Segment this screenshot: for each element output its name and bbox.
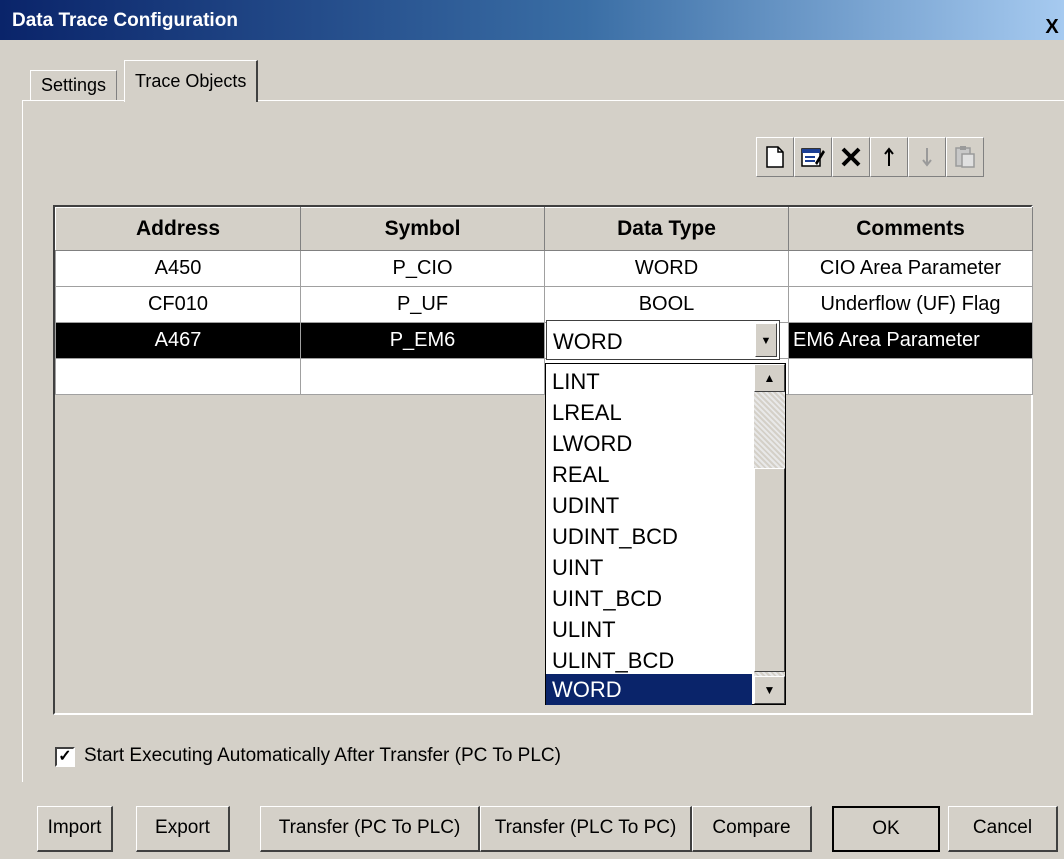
cell-address[interactable]	[55, 358, 301, 395]
import-button[interactable]: Import	[37, 806, 113, 852]
data-type-dropdown-list[interactable]: LINT LREAL LWORD REAL UDINT UDINT_BCD UI…	[545, 363, 786, 705]
dropdown-option[interactable]: UDINT_BCD	[546, 521, 752, 552]
cell-symbol[interactable]: P_UF	[300, 286, 545, 323]
cell-comment[interactable]	[788, 358, 1033, 395]
edit-icon[interactable]	[794, 137, 832, 177]
cell-symbol[interactable]: P_EM6	[300, 322, 545, 359]
column-header-symbol[interactable]: Symbol	[300, 207, 545, 251]
paste-icon[interactable]	[946, 137, 984, 177]
scroll-up-icon[interactable]: ▲	[754, 364, 785, 392]
table-header-row: Address Symbol Data Type Comments	[55, 207, 1033, 251]
tab-settings[interactable]: Settings	[30, 70, 118, 100]
scrollbar-thumb[interactable]	[754, 468, 785, 672]
dropdown-option[interactable]: UINT_BCD	[546, 583, 752, 614]
cell-data-type[interactable]: WORD	[544, 250, 789, 287]
dropdown-scrollbar[interactable]: ▲ ▼	[754, 364, 785, 704]
cell-address[interactable]: A450	[55, 250, 301, 287]
cell-address[interactable]: A467	[55, 322, 301, 359]
cell-comment[interactable]: Underflow (UF) Flag	[788, 286, 1033, 323]
data-type-combobox[interactable]: WORD ▼	[546, 320, 780, 360]
cell-comment[interactable]: CIO Area Parameter	[788, 250, 1033, 287]
dropdown-option[interactable]: ULINT	[546, 614, 752, 645]
dropdown-option-selected[interactable]: WORD	[546, 674, 752, 705]
trace-objects-table: Address Symbol Data Type Comments A450 P…	[55, 207, 1033, 395]
table-row-selected[interactable]: A467 P_EM6 EM6 Area Parameter	[55, 322, 1033, 359]
scroll-down-icon[interactable]: ▼	[754, 676, 785, 704]
tab-trace-objects[interactable]: Trace Objects	[124, 60, 259, 102]
column-header-address[interactable]: Address	[55, 207, 301, 251]
export-button[interactable]: Export	[136, 806, 230, 852]
compare-button[interactable]: Compare	[692, 806, 812, 852]
auto-start-label: Start Executing Automatically After Tran…	[84, 745, 561, 766]
cell-address[interactable]: CF010	[55, 286, 301, 323]
delete-icon[interactable]	[832, 137, 870, 177]
cell-data-type[interactable]: BOOL	[544, 286, 789, 323]
table-row-empty[interactable]	[55, 358, 1033, 395]
new-icon[interactable]	[756, 137, 794, 177]
close-button[interactable]: X	[1040, 14, 1064, 40]
dropdown-option[interactable]: UDINT	[546, 490, 752, 521]
dropdown-option[interactable]: LWORD	[546, 428, 752, 459]
column-header-comments[interactable]: Comments	[788, 207, 1033, 251]
dropdown-option[interactable]: REAL	[546, 459, 752, 490]
title-bar: Data Trace Configuration	[0, 0, 1064, 40]
cell-comment[interactable]: EM6 Area Parameter	[788, 322, 1033, 359]
column-header-data-type[interactable]: Data Type	[544, 207, 789, 251]
dropdown-option[interactable]: ULINT_BCD	[546, 645, 752, 676]
window-title: Data Trace Configuration	[12, 10, 238, 31]
combobox-value: WORD	[553, 329, 623, 354]
move-up-icon[interactable]	[870, 137, 908, 177]
dropdown-option[interactable]: UINT	[546, 552, 752, 583]
chevron-down-icon[interactable]: ▼	[755, 323, 777, 357]
cell-symbol[interactable]	[300, 358, 545, 395]
move-down-icon[interactable]	[908, 137, 946, 177]
table-row[interactable]: CF010 P_UF BOOL Underflow (UF) Flag	[55, 286, 1033, 323]
cancel-button[interactable]: Cancel	[948, 806, 1058, 852]
ok-button[interactable]: OK	[832, 806, 940, 852]
transfer-plc-to-pc-button[interactable]: Transfer (PLC To PC)	[480, 806, 692, 852]
cell-symbol[interactable]: P_CIO	[300, 250, 545, 287]
toolbar	[756, 137, 984, 179]
transfer-pc-to-plc-button[interactable]: Transfer (PC To PLC)	[260, 806, 480, 852]
table-row[interactable]: A450 P_CIO WORD CIO Area Parameter	[55, 250, 1033, 287]
auto-start-checkbox[interactable]: ✓	[55, 747, 75, 767]
dropdown-option[interactable]: LINT	[546, 366, 752, 397]
dropdown-option[interactable]: LREAL	[546, 397, 752, 428]
